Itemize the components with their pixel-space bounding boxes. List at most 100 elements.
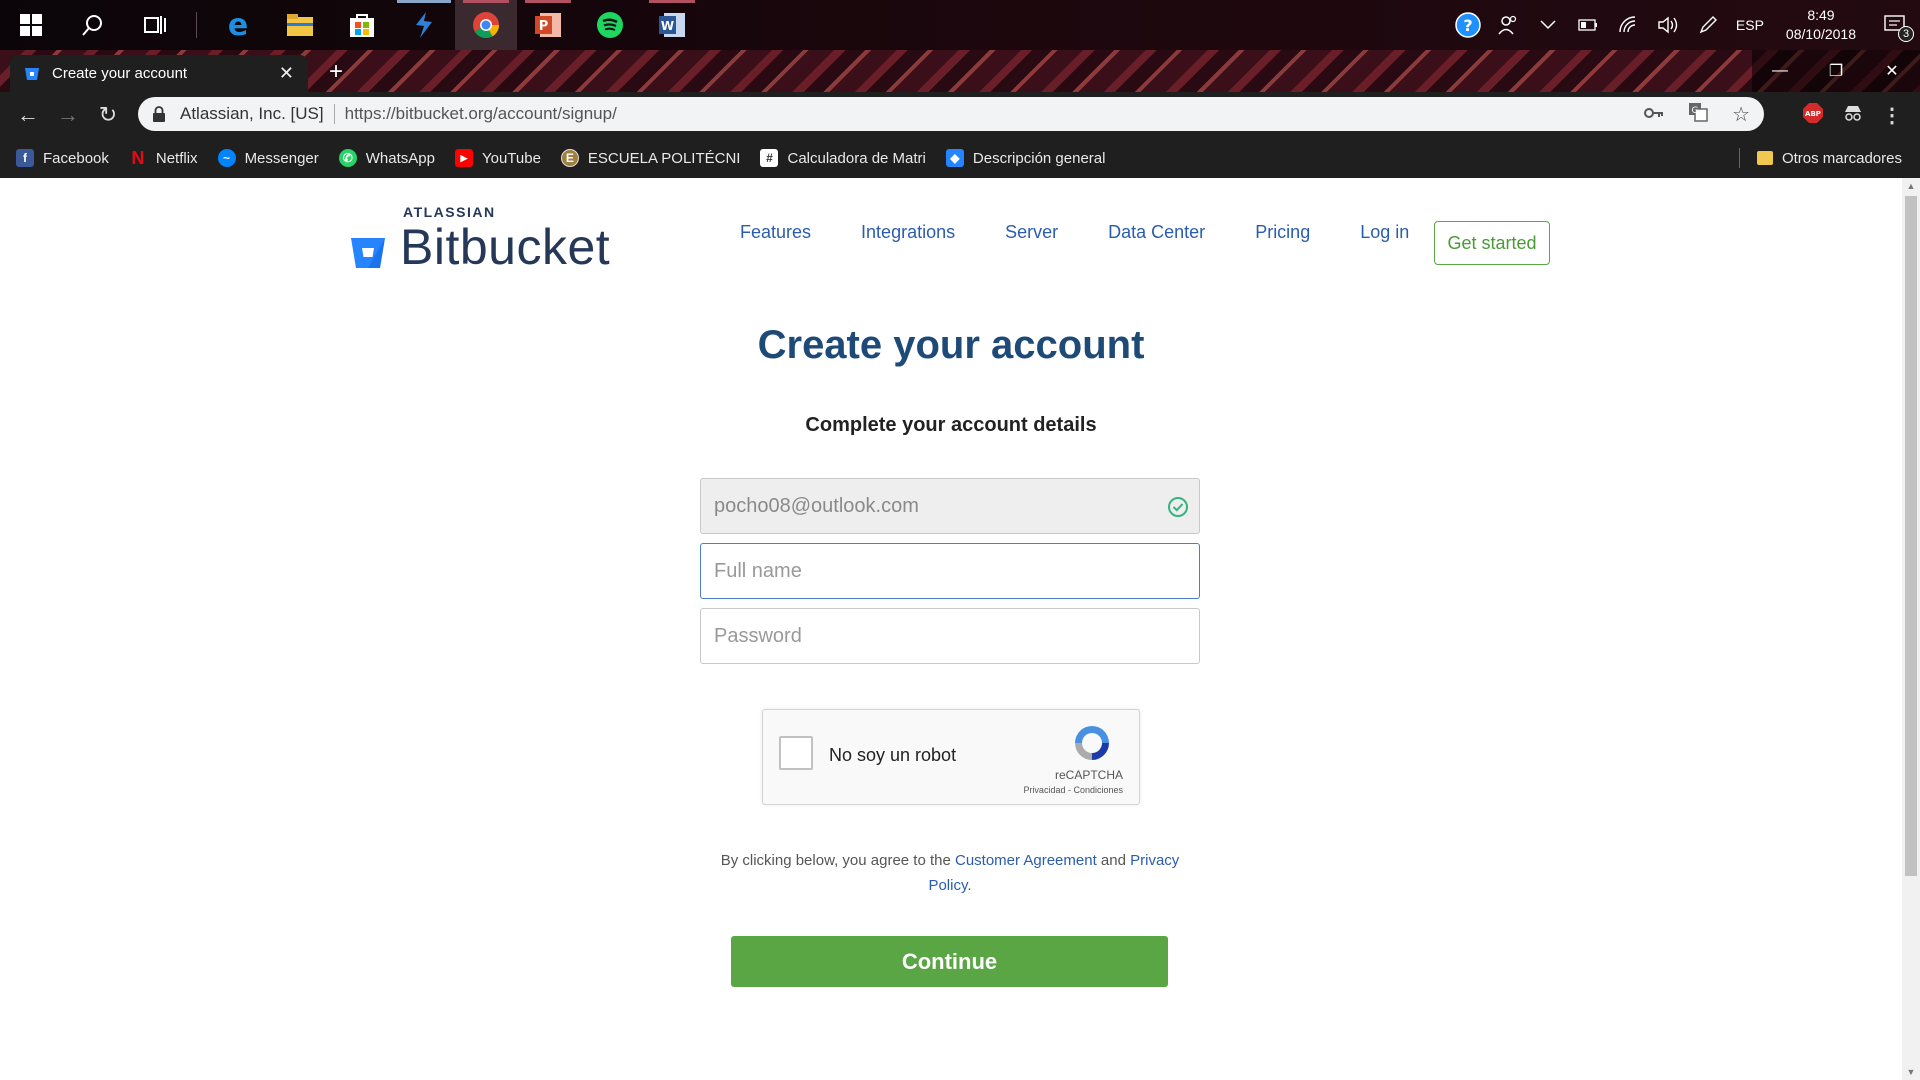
other-bookmarks-label: Otros marcadores	[1781, 149, 1902, 167]
file-explorer-icon[interactable]	[269, 0, 331, 50]
lock-icon	[153, 106, 165, 122]
reload-icon[interactable]: ↻	[88, 95, 128, 135]
password-field[interactable]: Password	[700, 608, 1200, 664]
scroll-thumb[interactable]	[1905, 196, 1917, 876]
full-name-field[interactable]: Full name	[700, 543, 1200, 599]
bookmark-messenger[interactable]: ~ Messenger	[217, 149, 319, 167]
terms-notice: By clicking below, you agree to the Cust…	[700, 848, 1200, 898]
calculator-icon: #	[760, 149, 779, 167]
clock-date: 08/10/2018	[1785, 26, 1856, 42]
other-bookmarks[interactable]: Otros marcadores	[1756, 138, 1902, 178]
incognito-icon[interactable]	[1842, 104, 1864, 127]
bitbucket-bookmark-icon: ◆	[945, 149, 964, 167]
address-bar[interactable]: Atlassian, Inc. [US] https://bitbucket.o…	[138, 97, 1764, 131]
browser-toolbar: ← → ↻ Atlassian, Inc. [US] https://bitbu…	[0, 92, 1920, 138]
recaptcha-checkbox[interactable]	[779, 736, 813, 770]
scroll-up-icon[interactable]: ▲	[1902, 178, 1920, 194]
wifi-icon[interactable]	[1608, 0, 1648, 50]
check-circle-icon	[1168, 497, 1188, 517]
terms-prefix: By clicking below, you agree to the	[720, 852, 955, 869]
notifications-icon[interactable]: 3	[1870, 0, 1920, 50]
nav-integrations[interactable]: Integrations	[861, 222, 955, 243]
tab-title: Create your account	[52, 65, 188, 82]
bookmark-label: Facebook	[43, 149, 109, 167]
recaptcha-brand: reCAPTCHA	[1054, 768, 1123, 782]
spotify-icon[interactable]	[579, 0, 641, 50]
page-scrollbar[interactable]: ▲ ▼	[1902, 178, 1920, 1080]
site-identity: Atlassian, Inc. [US]	[180, 104, 324, 123]
help-icon[interactable]: ?	[1448, 0, 1488, 50]
browser-tab[interactable]: Create your account ✕	[10, 55, 308, 92]
whatsapp-icon: ✆	[338, 149, 357, 167]
bookmark-label: ESCUELA POLITÉCNI	[587, 149, 741, 167]
password-placeholder: Password	[714, 624, 802, 647]
browser-tab-strip: Create your account ✕ + — ❐ ✕	[0, 50, 1920, 92]
clock-time: 8:49	[1807, 7, 1835, 23]
get-started-button[interactable]: Get started	[1434, 221, 1550, 265]
recaptcha-widget: No soy un robot reCAPTCHA Privacidad - C…	[762, 709, 1140, 805]
key-icon[interactable]	[1644, 104, 1664, 124]
bookmark-descripcion[interactable]: ◆ Descripción general	[945, 149, 1106, 167]
volume-icon[interactable]	[1648, 0, 1688, 50]
continue-button[interactable]: Continue	[731, 936, 1168, 987]
nav-data-center[interactable]: Data Center	[1108, 222, 1205, 243]
bitbucket-bucket-icon	[351, 238, 385, 268]
netflix-icon: N	[131, 147, 145, 168]
battery-icon[interactable]	[1568, 0, 1608, 50]
clock[interactable]: 8:49 08/10/2018	[1772, 6, 1870, 44]
nav-pricing[interactable]: Pricing	[1255, 222, 1310, 243]
bookmark-youtube[interactable]: ▶ YouTube	[454, 149, 541, 167]
system-tray: ? ESP 8:49 08/10/2018 3	[1448, 0, 1920, 50]
bookmark-label: Netflix	[155, 149, 198, 167]
notification-count-badge: 3	[1898, 26, 1914, 42]
bookmark-netflix[interactable]: N Netflix	[129, 147, 198, 168]
word-icon[interactable]: W	[641, 0, 703, 50]
email-field[interactable]: pocho08@outlook.com	[700, 478, 1200, 534]
recaptcha-links[interactable]: Privacidad - Condiciones	[1023, 785, 1123, 795]
bookmark-facebook[interactable]: f Facebook	[16, 149, 109, 167]
store-icon[interactable]	[331, 0, 393, 50]
bookmark-calculadora[interactable]: # Calculadora de Matri	[760, 149, 926, 167]
bookmark-label: YouTube	[481, 149, 541, 167]
terms-suffix: .	[967, 877, 972, 894]
svg-text:W: W	[661, 19, 674, 33]
customer-agreement-link[interactable]: Customer Agreement	[955, 852, 1097, 869]
nav-log-in[interactable]: Log in	[1360, 222, 1409, 243]
pen-icon[interactable]	[1688, 0, 1728, 50]
facebook-icon: f	[16, 149, 34, 167]
nav-features[interactable]: Features	[740, 222, 811, 243]
bookmark-whatsapp[interactable]: ✆ WhatsApp	[338, 149, 435, 167]
messenger-icon: ~	[217, 149, 236, 167]
search-icon[interactable]	[62, 0, 124, 50]
bookmark-star-icon[interactable]: ☆	[1732, 102, 1750, 127]
taskbar-separator	[196, 12, 197, 38]
svg-text:ABP: ABP	[1805, 110, 1821, 118]
translate-icon[interactable]: G	[1688, 102, 1708, 127]
menu-icon[interactable]: ⋮	[1882, 103, 1902, 128]
windows-start-icon[interactable]	[0, 0, 62, 50]
forward-icon[interactable]: →	[48, 95, 88, 135]
bookmark-escuela[interactable]: E ESCUELA POLITÉCNI	[560, 149, 741, 167]
powerpoint-icon[interactable]: P	[517, 0, 579, 50]
url-text[interactable]: https://bitbucket.org/account/signup/	[345, 104, 1644, 124]
extensions-area: ABP ⋮	[1802, 92, 1920, 138]
terms-and: and	[1096, 852, 1131, 869]
back-icon[interactable]: ←	[8, 95, 48, 135]
bookmark-label: Descripción general	[972, 149, 1106, 167]
people-icon[interactable]	[1488, 0, 1528, 50]
task-view-icon[interactable]	[124, 0, 186, 50]
bookmarks-separator	[1739, 148, 1740, 168]
close-window-icon[interactable]: ✕	[1864, 50, 1920, 92]
nav-server[interactable]: Server	[1005, 222, 1058, 243]
edge-icon[interactable]: e	[207, 0, 269, 50]
adblock-icon[interactable]: ABP	[1802, 102, 1824, 129]
scroll-down-icon[interactable]: ▼	[1902, 1064, 1920, 1080]
language-indicator[interactable]: ESP	[1728, 0, 1772, 50]
chevron-up-icon[interactable]	[1528, 0, 1568, 50]
restore-icon[interactable]: ❐	[1808, 50, 1864, 92]
tab-close-icon[interactable]: ✕	[279, 63, 294, 84]
app-icon[interactable]	[393, 0, 455, 50]
new-tab-button[interactable]: +	[322, 58, 350, 86]
chrome-icon[interactable]	[455, 0, 517, 50]
minimize-icon[interactable]: —	[1752, 50, 1808, 92]
